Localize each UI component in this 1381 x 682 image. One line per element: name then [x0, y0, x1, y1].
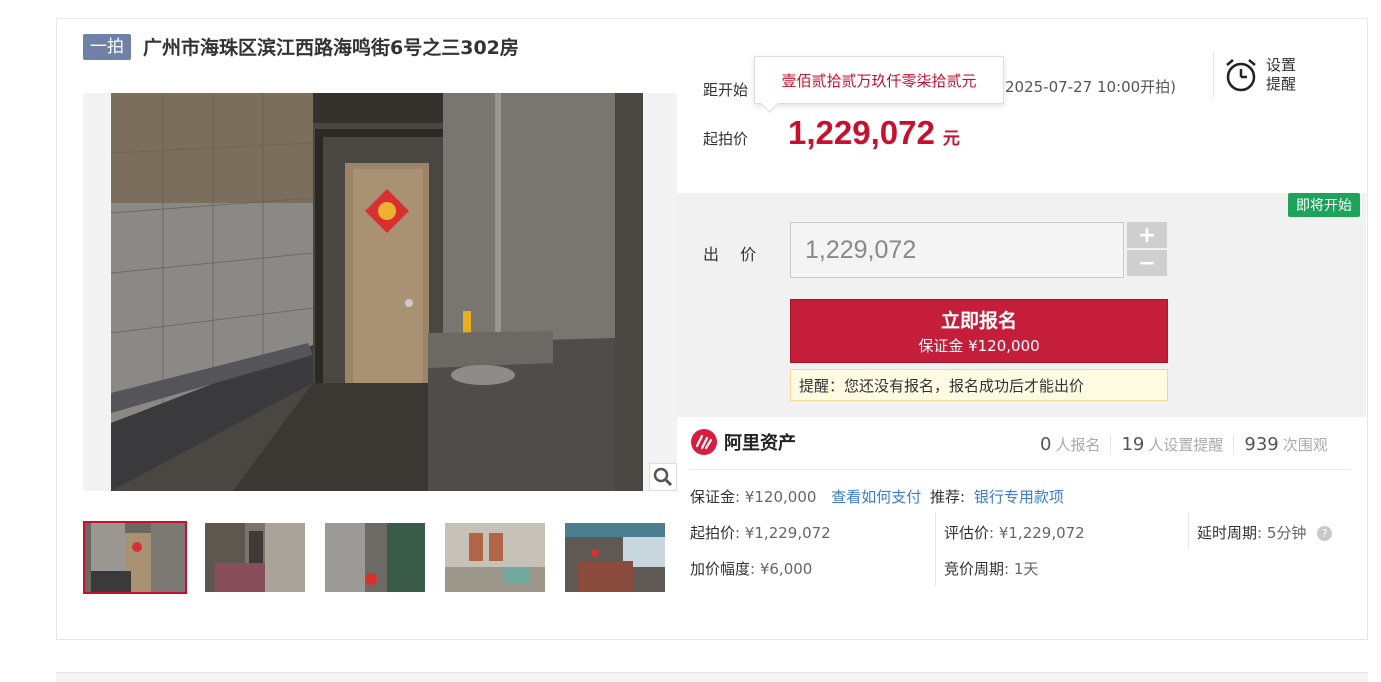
- platform-logo: 阿里资产: [690, 428, 796, 456]
- how-to-pay-link[interactable]: 查看如何支付: [831, 488, 921, 506]
- status-badge: 即将开始: [1288, 193, 1360, 217]
- currency-unit: 元: [942, 129, 960, 149]
- appraisal-value: : ¥1,229,072: [989, 524, 1085, 542]
- magnifier-icon: [653, 467, 673, 487]
- title-row: 一拍 广州市海珠区滨江西路海鸣街6号之三302房: [83, 33, 519, 60]
- divider: [690, 469, 1350, 470]
- cycle-info: 竞价周期: 1天: [944, 558, 1038, 579]
- appraisal-label: 评估价: [944, 524, 990, 542]
- stat-num: 19: [1121, 433, 1145, 455]
- listing-title: 广州市海珠区滨江西路海鸣街6号之三302房: [143, 37, 519, 59]
- deposit-text: 保证金 ¥120,000: [918, 337, 1040, 355]
- next-section: [56, 672, 1368, 682]
- register-button[interactable]: 立即报名 保证金 ¥120,000: [790, 299, 1168, 363]
- delay-info: 延时周期: 5分钟 ?: [1197, 522, 1333, 543]
- start-price-label: 起拍价: [703, 130, 749, 148]
- start-price-row: 起拍价 1,229,072 元: [646, 114, 960, 152]
- bid-panel: 即将开始 出 价 1,229,072 + − 立即报名 保证金 ¥120,000…: [676, 193, 1366, 417]
- increment-value: : ¥6,000: [750, 560, 813, 578]
- stat-num: 0: [1040, 433, 1052, 455]
- column-divider: [1188, 512, 1189, 548]
- start-date: 2025-07-27 10:00开拍): [1005, 78, 1177, 96]
- round-tag: 一拍: [83, 33, 131, 60]
- bid-label: 出 价: [703, 245, 765, 264]
- deposit-label: 保证金: [690, 488, 736, 506]
- increment-label: 加价幅度: [690, 560, 751, 578]
- column-divider: [935, 512, 936, 586]
- register-label: 立即报名: [940, 310, 1017, 332]
- amount-tooltip: 壹佰贰拾贰万玖仟零柒拾贰元: [754, 56, 1004, 104]
- delay-value: : 5分钟: [1257, 524, 1307, 542]
- recommend-label: 推荐:: [930, 488, 966, 506]
- stat-views: 939 次围观: [1234, 434, 1327, 455]
- countdown-label: 距开始: [703, 80, 749, 99]
- stat-reminders: 19 人设置提醒: [1111, 433, 1235, 455]
- start-price-value: 1,229,072: [788, 114, 935, 151]
- help-icon[interactable]: ?: [1317, 526, 1333, 541]
- bid-amount-input[interactable]: 1,229,072: [790, 222, 1124, 278]
- stat-label: 次围观: [1282, 435, 1328, 454]
- reminder-label: 设置提醒: [1266, 56, 1297, 93]
- increase-button[interactable]: +: [1127, 222, 1167, 248]
- cycle-value: : 1天: [1004, 560, 1039, 578]
- start-price-info-value: : ¥1,229,072: [735, 524, 831, 542]
- thumbnail[interactable]: [323, 521, 427, 594]
- stat-label: 人报名: [1055, 435, 1101, 454]
- thumbnail-strip: [83, 521, 683, 594]
- stats-bar: 0 人报名 19 人设置提醒 939 次围观: [1030, 429, 1328, 459]
- deposit-line: 保证金: ¥120,000 查看如何支付 推荐: 银行专用款项: [690, 486, 1064, 507]
- set-reminder-button[interactable]: 设置提醒: [1213, 52, 1300, 98]
- appraisal-info: 评估价: ¥1,229,072: [944, 522, 1085, 543]
- stat-registrations: 0 人报名: [1030, 433, 1112, 455]
- start-price-info-label: 起拍价: [690, 524, 736, 542]
- register-notice: 提醒：您还没有报名，报名成功后才能出价: [790, 369, 1168, 401]
- platform-name: 阿里资产: [724, 433, 796, 454]
- ali-assets-icon: [691, 429, 717, 455]
- bank-payment-link[interactable]: 银行专用款项: [974, 488, 1064, 506]
- cycle-label: 竞价周期: [944, 560, 1005, 578]
- stat-label: 人设置提醒: [1148, 435, 1224, 454]
- stat-num: 939: [1244, 433, 1279, 455]
- main-photo[interactable]: [83, 93, 677, 491]
- alarm-clock-icon: [1226, 59, 1256, 92]
- thumbnail[interactable]: [563, 521, 667, 594]
- start-price-info: 起拍价: ¥1,229,072: [690, 522, 831, 543]
- deposit-value: : ¥120,000: [735, 488, 817, 506]
- decrease-button[interactable]: −: [1127, 250, 1167, 276]
- thumbnail[interactable]: [443, 521, 547, 594]
- thumbnail[interactable]: [83, 521, 187, 594]
- increment-info: 加价幅度: ¥6,000: [690, 558, 812, 579]
- thumbnail[interactable]: [203, 521, 307, 594]
- delay-label: 延时周期: [1197, 524, 1258, 542]
- zoom-button[interactable]: [649, 463, 677, 491]
